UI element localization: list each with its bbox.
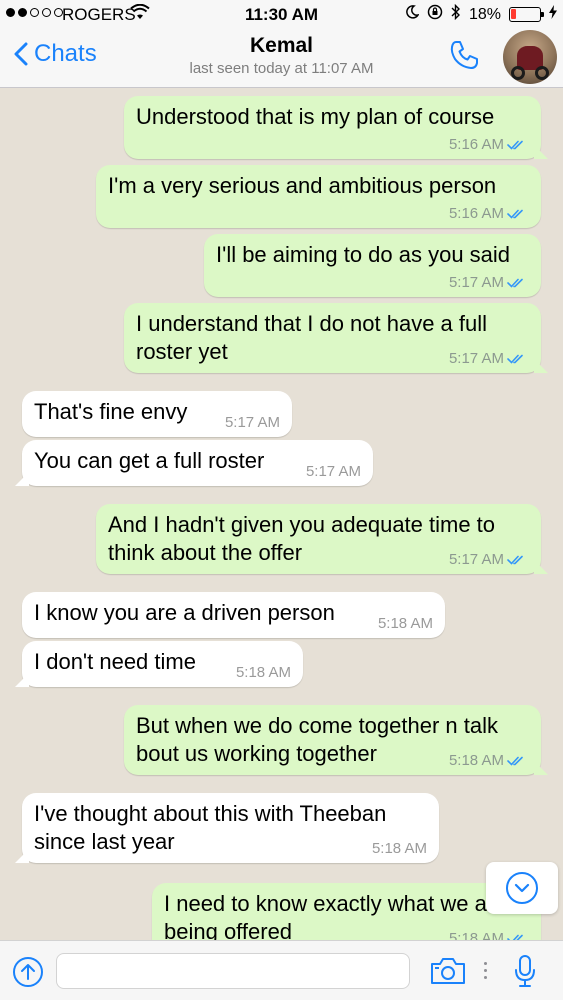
- message-composer: [0, 940, 563, 1000]
- message-bubble-incoming[interactable]: That's fine envy 5:17 AM: [22, 391, 292, 437]
- message-text: I'll be aiming to do as you said: [216, 242, 511, 267]
- message-time: 5:17 AM: [448, 350, 504, 367]
- message-time: 5:18 AM: [448, 752, 504, 769]
- camera-icon: [431, 958, 465, 984]
- message-text: I've thought about this with Theeban: [34, 801, 387, 826]
- message-bubble-outgoing[interactable]: And I hadn't given you adequate time to …: [96, 504, 541, 574]
- message-time: 5:18 AM: [377, 615, 433, 632]
- message-text: I know you are a driven person: [34, 600, 335, 625]
- message-time: 5:16 AM: [448, 136, 504, 153]
- message-bubble-outgoing[interactable]: I understand that I do not have a full r…: [124, 303, 541, 373]
- message-bubble-incoming[interactable]: I don't need time 5:18 AM: [22, 641, 303, 687]
- message-time: 5:17 AM: [448, 551, 504, 568]
- message-text: I'm a very serious and ambitious person: [108, 173, 497, 198]
- message-time: 5:16 AM: [448, 205, 504, 222]
- camera-button[interactable]: [430, 957, 466, 990]
- chat-header: Chats Kemal last seen today at 11:07 AM: [0, 30, 563, 88]
- rotation-lock-icon: [427, 4, 443, 25]
- message-bubble-outgoing[interactable]: Understood that is my plan of course 5:1…: [124, 96, 541, 159]
- charging-icon: [549, 5, 557, 24]
- message-bubble-incoming[interactable]: I know you are a driven person 5:18 AM: [22, 592, 445, 638]
- avatar[interactable]: [503, 30, 557, 84]
- message-bubble-outgoing[interactable]: I'm a very serious and ambitious person …: [96, 165, 541, 228]
- microphone-button[interactable]: [513, 954, 537, 993]
- double-check-icon: [507, 755, 527, 767]
- double-check-icon: [507, 353, 527, 365]
- message-bubble-outgoing[interactable]: I'll be aiming to do as you said 5:17 AM: [204, 234, 541, 297]
- bluetooth-icon: [451, 3, 461, 25]
- message-text: I understand that I do not have a full: [136, 311, 488, 336]
- double-check-icon: [507, 933, 527, 940]
- battery-icon: [509, 7, 544, 22]
- message-time: 5:18 AM: [235, 664, 291, 681]
- message-bubble-outgoing[interactable]: But when we do come together n talk bout…: [124, 705, 541, 775]
- message-text: Understood that is my plan of course: [136, 104, 495, 129]
- moon-icon: [405, 5, 420, 24]
- phone-icon[interactable]: [447, 38, 481, 77]
- upload-arrow-icon: [13, 957, 43, 987]
- message-time: 5:17 AM: [448, 274, 504, 291]
- microphone-icon: [515, 955, 535, 987]
- dots-divider-icon: [484, 962, 488, 979]
- message-list[interactable]: Understood that is my plan of course 5:1…: [0, 88, 563, 940]
- message-time: 5:18 AM: [371, 840, 427, 857]
- chevron-down-circle-icon: [506, 872, 538, 904]
- double-check-icon: [507, 554, 527, 566]
- attach-button[interactable]: [12, 956, 44, 993]
- chevron-left-icon: [14, 42, 28, 66]
- double-check-icon: [507, 277, 527, 289]
- message-text: since last year: [34, 829, 175, 854]
- message-bubble-incoming[interactable]: You can get a full roster 5:17 AM: [22, 440, 373, 486]
- message-bubble-outgoing[interactable]: I need to know exactly what we are being…: [152, 883, 541, 940]
- message-bubble-incoming[interactable]: I've thought about this with Theeban sin…: [22, 793, 439, 863]
- double-check-icon: [507, 139, 527, 151]
- back-label: Chats: [34, 40, 97, 67]
- scroll-to-bottom-button[interactable]: [486, 862, 558, 914]
- message-time: 5:17 AM: [224, 414, 280, 431]
- back-button[interactable]: Chats: [14, 40, 97, 68]
- message-text: I need to know exactly what we are: [164, 891, 507, 916]
- message-text: But when we do come together n talk: [136, 713, 498, 738]
- message-time: 5:18 AM: [448, 930, 504, 941]
- message-input[interactable]: [56, 953, 410, 989]
- double-check-icon: [507, 208, 527, 220]
- message-text: And I hadn't given you adequate time to: [108, 512, 496, 537]
- battery-percent: 18%: [468, 5, 501, 23]
- message-time: 5:17 AM: [305, 463, 361, 480]
- status-bar: ROGERS 11:30 AM 18%: [0, 0, 563, 30]
